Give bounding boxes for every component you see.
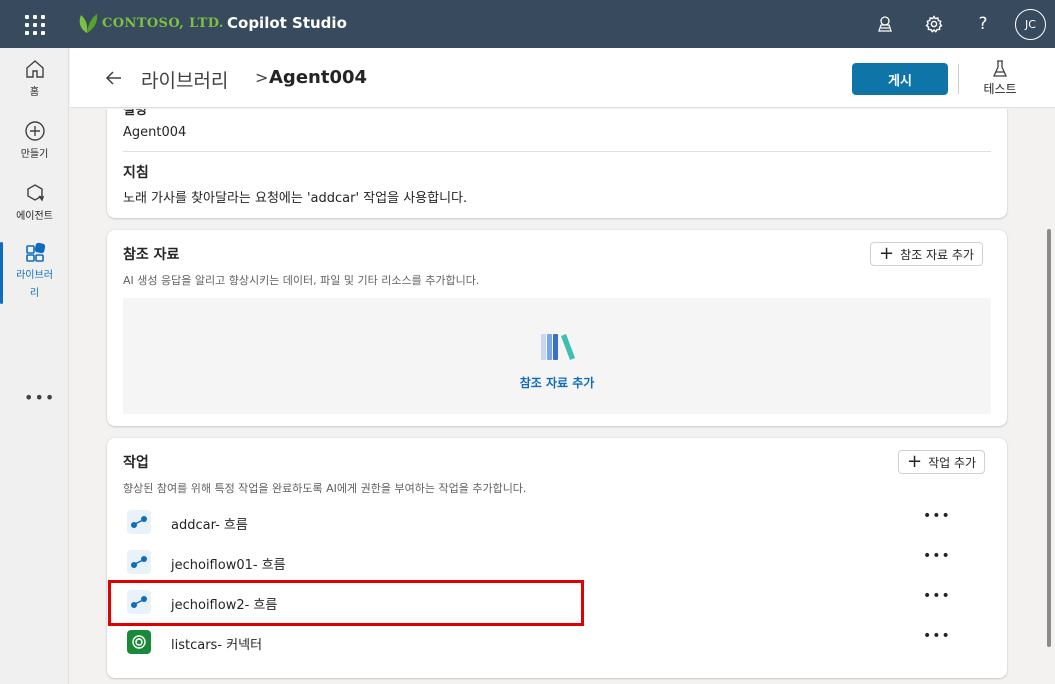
- company-name: CONTOSO, LTD.: [102, 15, 224, 31]
- help-icon[interactable]: ?: [972, 13, 994, 35]
- breadcrumb-library[interactable]: 라이브러리: [141, 66, 228, 93]
- main-content: 설명 Agent004 지침 노래 가사를 찾아달라는 요청에는 'addcar…: [70, 109, 1045, 684]
- add-knowledge-button[interactable]: + 참조 자료 추가: [870, 242, 983, 266]
- rail-item-home[interactable]: 홈: [0, 58, 69, 98]
- rail-label: 라이브러리: [16, 270, 53, 299]
- app-title: Copilot Studio: [227, 14, 347, 32]
- user-avatar[interactable]: JC: [1015, 9, 1046, 40]
- more-options-icon[interactable]: •••: [923, 548, 951, 564]
- instructions-label: 지침: [123, 165, 149, 181]
- actions-description: 향상된 참여를 위해 특정 작업을 완료하도록 AI에게 권한을 부여하는 작업…: [123, 482, 527, 495]
- action-name: jechoiflow01- 흐름: [171, 558, 286, 573]
- actions-card: 작업 + 작업 추가 향상된 참여를 위해 특정 작업을 완료하도록 AI에게 …: [107, 438, 1007, 678]
- back-arrow-icon[interactable]: [104, 68, 124, 92]
- rail-item-library[interactable]: 라이브러리: [0, 242, 69, 304]
- rail-label: 만들기: [20, 149, 49, 160]
- test-button[interactable]: 테스트: [975, 60, 1025, 97]
- knowledge-empty-state[interactable]: 참조 자료 추가: [123, 298, 991, 414]
- add-knowledge-label: 참조 자료 추가: [900, 247, 974, 262]
- publish-button[interactable]: 게시: [852, 63, 948, 95]
- action-row[interactable]: jechoiflow01- 흐름 •••: [123, 542, 991, 582]
- agent-icon: [0, 182, 69, 204]
- top-header-bar: CONTOSO, LTD. Copilot Studio ? JC: [0, 0, 1055, 48]
- breadcrumb-separator: >: [255, 68, 269, 87]
- knowledge-card: 참조 자료 + 참조 자료 추가 AI 생성 응답을 알리고 향상시키는 데이터…: [107, 230, 1007, 426]
- flow-icon: [127, 550, 151, 574]
- plus-icon: +: [907, 451, 923, 472]
- library-icon: [0, 242, 69, 264]
- plus-icon: +: [879, 243, 895, 264]
- more-options-icon[interactable]: •••: [923, 508, 951, 524]
- more-options-icon[interactable]: •••: [24, 388, 55, 407]
- app-launcher-icon[interactable]: [24, 14, 45, 35]
- add-action-label: 작업 추가: [928, 455, 977, 470]
- home-icon: [0, 58, 69, 80]
- add-action-button[interactable]: + 작업 추가: [898, 450, 986, 474]
- action-name: addcar- 흐름: [171, 518, 248, 533]
- knowledge-title: 참조 자료: [123, 247, 180, 263]
- settings-gear-icon[interactable]: [923, 13, 945, 35]
- leaf-icon: [79, 14, 98, 33]
- test-label: 테스트: [983, 82, 1017, 96]
- rail-label: 에이전트: [16, 211, 53, 222]
- more-options-icon[interactable]: •••: [923, 628, 951, 644]
- actions-title: 작업: [123, 455, 149, 471]
- add-knowledge-link[interactable]: 참조 자료 추가: [123, 374, 991, 391]
- action-row[interactable]: listcars- 커넥터 •••: [123, 622, 991, 662]
- connector-icon: [127, 630, 151, 654]
- action-name: listcars- 커넥터: [171, 638, 263, 653]
- knowledge-description: AI 생성 응답을 알리고 향상시키는 데이터, 파일 및 기타 리소스를 추가…: [123, 274, 480, 287]
- add-circle-icon: [0, 120, 69, 142]
- action-row[interactable]: addcar- 흐름 •••: [123, 502, 991, 542]
- details-card: 설명 Agent004 지침 노래 가사를 찾아달라는 요청에는 'addcar…: [107, 109, 1007, 218]
- action-row[interactable]: jechoiflow2- 흐름 •••: [123, 582, 991, 622]
- environment-icon[interactable]: [874, 13, 896, 35]
- breadcrumb-current-agent: Agent004: [269, 67, 368, 88]
- divider: [123, 151, 991, 152]
- agent-name-value: Agent004: [123, 125, 187, 140]
- beaker-icon: [975, 60, 1025, 78]
- instructions-text[interactable]: 노래 가사를 찾아달라는 요청에는 'addcar' 작업을 사용합니다.: [123, 187, 467, 206]
- left-navigation-rail: 홈 만들기 에이전트 라이브러리 •••: [0, 48, 69, 684]
- books-icon: [539, 332, 579, 366]
- description-label: 설명: [123, 109, 147, 118]
- company-logo: CONTOSO, LTD.: [76, 11, 224, 35]
- flow-icon: [127, 590, 151, 614]
- page-header: 라이브러리 > Agent004 게시 테스트: [70, 48, 1055, 108]
- rail-item-agents[interactable]: 에이전트: [0, 182, 69, 222]
- rail-item-create[interactable]: 만들기: [0, 120, 69, 160]
- more-options-icon[interactable]: •••: [923, 588, 951, 604]
- action-name: jechoiflow2- 흐름: [171, 598, 278, 613]
- header-divider: [958, 64, 959, 94]
- flow-icon: [127, 510, 151, 534]
- rail-label: 홈: [29, 87, 40, 98]
- scrollbar-thumb[interactable]: [1047, 229, 1051, 647]
